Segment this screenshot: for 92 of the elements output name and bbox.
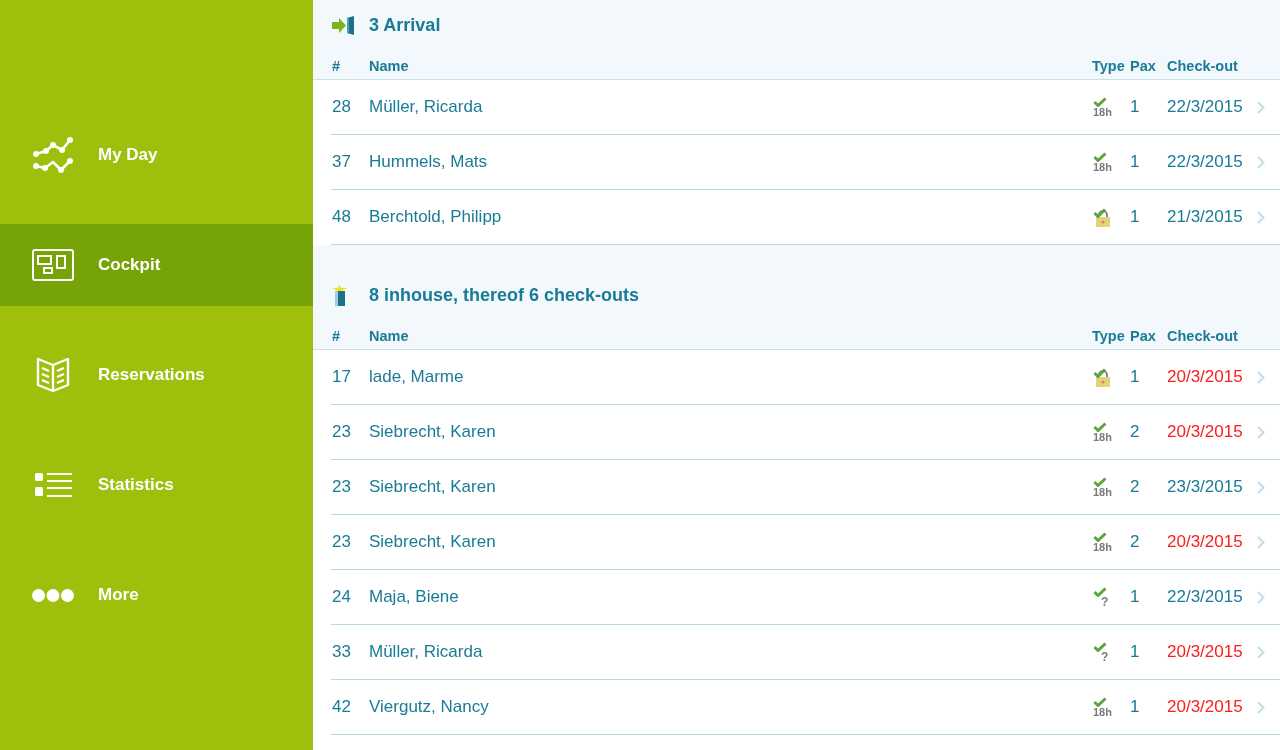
pax-count: 1 — [1130, 587, 1140, 607]
chevron-icon[interactable] — [1257, 480, 1265, 494]
chevron-icon[interactable] — [1257, 370, 1265, 384]
sidebar-item[interactable]: Cockpit — [0, 224, 313, 306]
room-number: 28 — [332, 97, 351, 117]
guest-name: Hummels, Mats — [369, 152, 488, 172]
pax-count: 2 — [1130, 532, 1140, 552]
chevron-icon[interactable] — [1257, 535, 1265, 549]
column-header: Pax — [1130, 327, 1156, 344]
checkout-date: 22/3/2015 — [1167, 97, 1243, 117]
checkout-date: 20/3/2015 — [1167, 422, 1243, 442]
check-icon — [1093, 697, 1107, 707]
check-padlock-icon — [1093, 367, 1111, 387]
room-number: 23 — [332, 477, 351, 497]
room-number: 23 — [332, 422, 351, 442]
check-icon — [1093, 532, 1107, 542]
room-number: 42 — [332, 697, 351, 717]
pax-count: 1 — [1130, 207, 1140, 227]
chevron-icon[interactable] — [1257, 700, 1265, 714]
column-header: Name — [369, 327, 409, 344]
guest-name: Siebrecht, Karen — [369, 532, 496, 552]
room-number: 37 — [332, 152, 351, 172]
section-title: 8 inhouse, thereof 6 check-outs — [369, 284, 640, 307]
type-label: 18h — [1093, 162, 1112, 172]
pax-count: 1 — [1130, 642, 1140, 662]
check-padlock-icon — [1093, 207, 1111, 227]
pax-count: 1 — [1130, 152, 1140, 172]
checkout-date: 22/3/2015 — [1167, 152, 1243, 172]
checkout-date: 20/3/2015 — [1167, 642, 1243, 662]
guest-name: Viergutz, Nancy — [369, 697, 489, 717]
pax-count: 1 — [1130, 367, 1140, 387]
guest-name: Müller, Ricarda — [369, 97, 483, 117]
room-number: 33 — [332, 642, 351, 662]
type-label: ? — [1101, 652, 1109, 662]
guest-name: Berchtold, Philipp — [369, 207, 502, 227]
chevron-icon[interactable] — [1257, 645, 1265, 659]
book-icon — [36, 357, 70, 393]
check-icon — [1093, 587, 1107, 597]
room-number: 23 — [332, 532, 351, 552]
chevron-icon[interactable] — [1257, 100, 1265, 114]
chevron-icon[interactable] — [1257, 590, 1265, 604]
line-chart-icon — [33, 137, 73, 173]
checkout-date: 23/3/2015 — [1167, 477, 1243, 497]
type-label: ? — [1101, 597, 1109, 607]
guest-name: Maja, Biene — [369, 587, 459, 607]
room-number: 17 — [332, 367, 351, 387]
column-header: Type — [1092, 327, 1125, 344]
sidebar-item[interactable]: My Day — [0, 114, 313, 196]
pax-count: 2 — [1130, 477, 1140, 497]
check-icon — [1093, 642, 1107, 652]
column-header: Pax — [1130, 57, 1156, 74]
type-label: 18h — [1093, 487, 1112, 497]
checkout-date: 20/3/2015 — [1167, 532, 1243, 552]
chevron-icon[interactable] — [1257, 155, 1265, 169]
column-header: Name — [369, 57, 409, 74]
type-label: 18h — [1093, 432, 1112, 442]
sidebar-item[interactable]: Reservations — [0, 334, 313, 416]
room-number: 24 — [332, 587, 351, 607]
pax-count: 2 — [1130, 422, 1140, 442]
guest-name: Siebrecht, Karen — [369, 477, 496, 497]
check-icon — [1093, 97, 1107, 107]
column-header: # — [332, 327, 341, 344]
dashboard-icon — [32, 249, 74, 281]
room-number: 48 — [332, 207, 351, 227]
column-header: Check-out — [1167, 57, 1238, 74]
guest-name: Siebrecht, Karen — [369, 422, 496, 442]
checkout-date: 20/3/2015 — [1167, 697, 1243, 717]
checkout-date: 22/3/2015 — [1167, 587, 1243, 607]
more-icon — [32, 588, 74, 602]
type-label: 18h — [1093, 107, 1112, 117]
guest-name: lade, Marme — [369, 367, 464, 387]
column-header: # — [332, 57, 341, 74]
chevron-icon[interactable] — [1257, 210, 1265, 224]
door-star-icon — [332, 284, 347, 306]
check-icon — [1093, 152, 1107, 162]
chevron-icon[interactable] — [1257, 425, 1265, 439]
arrow-door-icon — [332, 15, 355, 35]
checkout-date: 21/3/2015 — [1167, 207, 1243, 227]
column-header: Check-out — [1167, 327, 1238, 344]
section-title: 3 Arrival — [369, 14, 441, 37]
type-label: 18h — [1093, 707, 1112, 717]
check-icon — [1093, 477, 1107, 487]
guest-name: Müller, Ricarda — [369, 642, 483, 662]
sidebar-item[interactable]: Statistics — [0, 444, 313, 526]
pax-count: 1 — [1130, 697, 1140, 717]
check-icon — [1093, 422, 1107, 432]
checkout-date: 20/3/2015 — [1167, 367, 1243, 387]
list-icon — [34, 472, 72, 498]
sidebar-item[interactable]: More — [0, 554, 313, 636]
pax-count: 1 — [1130, 97, 1140, 117]
type-label: 18h — [1093, 542, 1112, 552]
column-header: Type — [1092, 57, 1125, 74]
